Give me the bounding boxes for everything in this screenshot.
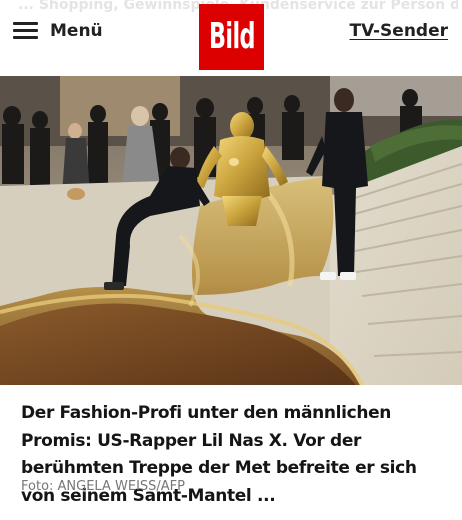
article-image[interactable] — [0, 76, 462, 385]
menu-label: Menü — [50, 21, 103, 41]
menu-button[interactable]: Menü — [13, 19, 103, 43]
bild-logo[interactable]: Bild — [199, 4, 264, 70]
tv-sender-link[interactable]: TV-Sender — [349, 21, 448, 41]
hamburger-icon — [13, 21, 38, 41]
top-bar: ... Shopping, Gewinnspiele, Kundenservic… — [0, 0, 462, 70]
photo-credit: Foto: ANGELA WEISS/AFP — [21, 479, 185, 494]
logo-text: Bild — [208, 16, 255, 57]
photo-illustration — [0, 76, 462, 385]
